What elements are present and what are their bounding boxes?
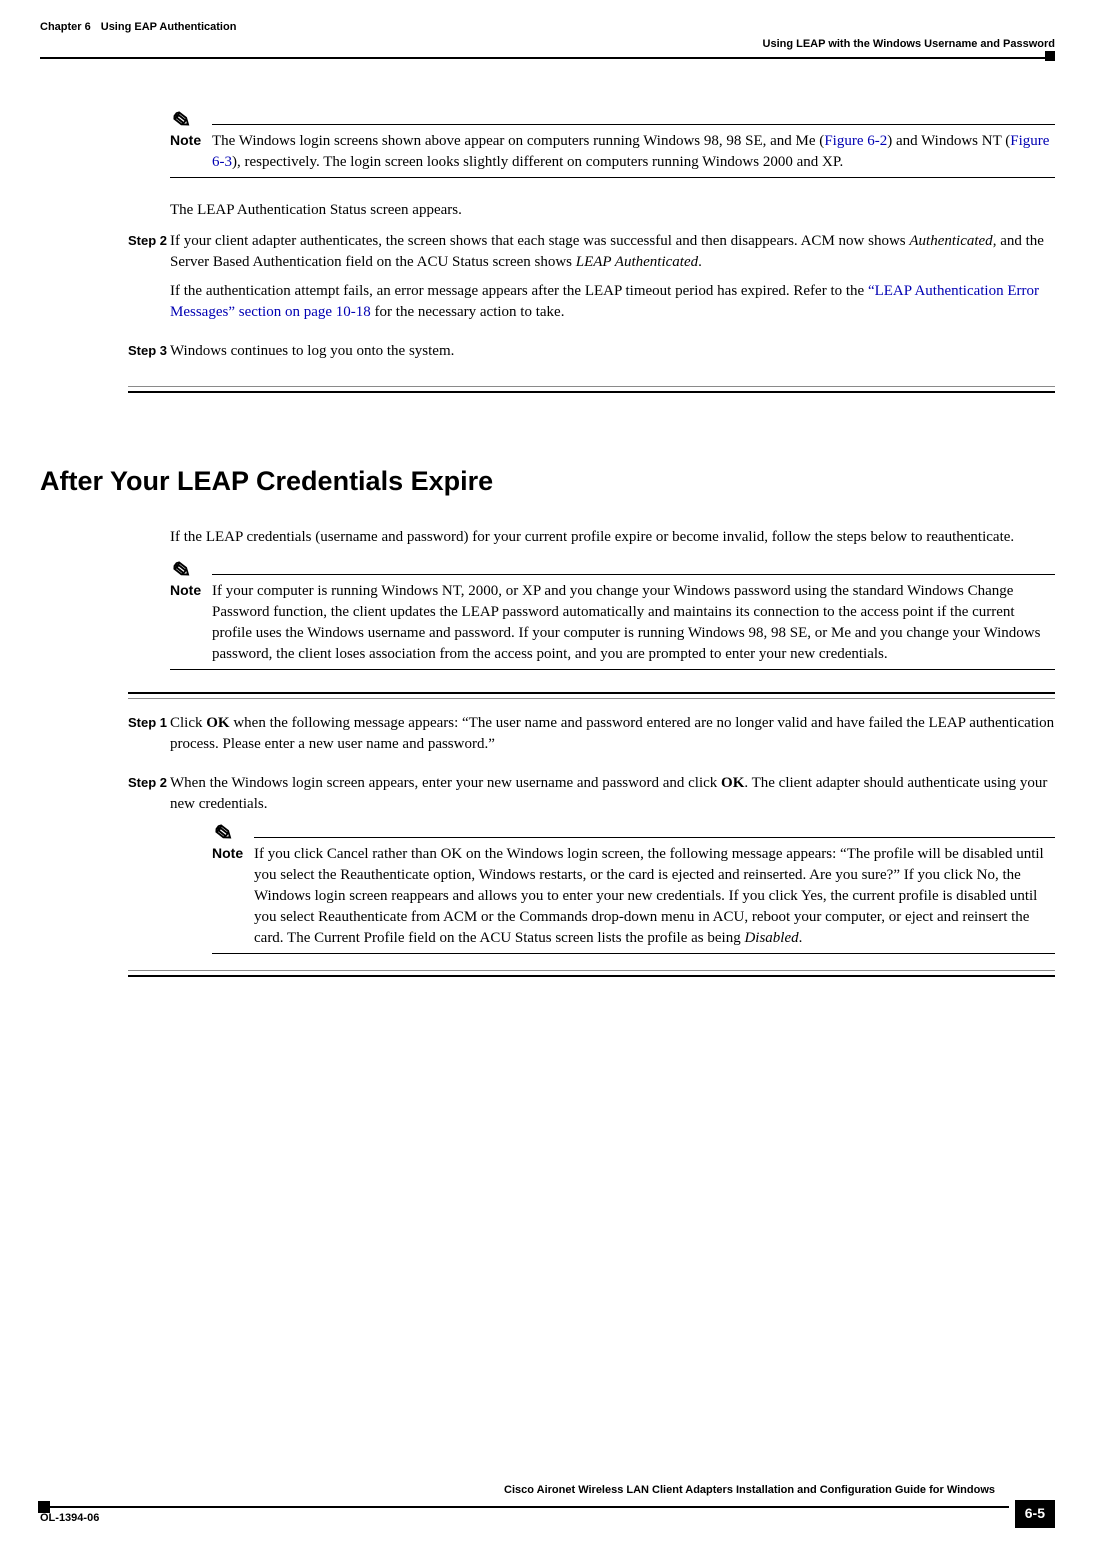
figure-link[interactable]: Figure 6-2 bbox=[824, 133, 887, 149]
note-block: ✎ Note The Windows login screens shown a… bbox=[170, 124, 1055, 178]
page-header: Chapter 6 Using EAP Authentication Using… bbox=[40, 20, 1055, 53]
step-label: Step 2 bbox=[128, 231, 170, 331]
step-label: Step 2 bbox=[128, 773, 170, 954]
italic-text: Authenticated bbox=[909, 233, 992, 249]
note-text-segment: The Windows login screens shown above ap… bbox=[212, 133, 824, 149]
step-block: Step 2 If your client adapter authentica… bbox=[128, 231, 1055, 331]
steps-start-rule bbox=[128, 692, 1055, 699]
text-segment: for the necessary action to take. bbox=[371, 304, 565, 320]
body-paragraph: The LEAP Authentication Status screen ap… bbox=[170, 200, 1055, 221]
page-footer: Cisco Aironet Wireless LAN Client Adapte… bbox=[40, 1483, 1055, 1528]
step-paragraph: If your client adapter authenticates, th… bbox=[170, 231, 1055, 273]
step-paragraph: When the Windows login screen appears, e… bbox=[170, 773, 1055, 815]
italic-text: Disabled bbox=[744, 930, 798, 946]
step-label: Step 1 bbox=[128, 713, 170, 763]
note-text: The Windows login screens shown above ap… bbox=[212, 131, 1055, 173]
bold-text: OK bbox=[206, 715, 229, 731]
header-rule bbox=[40, 57, 1055, 59]
footer-doc-id: OL-1394-06 bbox=[40, 1508, 1009, 1526]
text-segment: When the Windows login screen appears, e… bbox=[170, 775, 721, 791]
step-paragraph: Click OK when the following message appe… bbox=[170, 713, 1055, 755]
text-segment: when the following message appears: “The… bbox=[170, 715, 1054, 752]
step-block: Step 2 When the Windows login screen app… bbox=[128, 773, 1055, 954]
note-text: If your computer is running Windows NT, … bbox=[212, 581, 1055, 665]
steps-end-rule bbox=[128, 970, 1055, 977]
note-text-segment: ) and Windows NT ( bbox=[887, 133, 1010, 149]
note-label: Note bbox=[170, 581, 212, 665]
section-heading: After Your LEAP Credentials Expire bbox=[40, 463, 1055, 501]
bold-text: OK bbox=[721, 775, 744, 791]
steps-end-rule bbox=[128, 386, 1055, 393]
step-paragraph: If the authentication attempt fails, an … bbox=[170, 281, 1055, 323]
body-paragraph: If the LEAP credentials (username and pa… bbox=[170, 527, 1055, 548]
note-block: ✎ Note If your computer is running Windo… bbox=[170, 574, 1055, 670]
footer-guide-title: Cisco Aironet Wireless LAN Client Adapte… bbox=[40, 1483, 1055, 1498]
step-block: Step 1 Click OK when the following messa… bbox=[128, 713, 1055, 763]
step-label: Step 3 bbox=[128, 341, 170, 370]
text-segment: Click bbox=[170, 715, 206, 731]
text-segment: . bbox=[799, 930, 803, 946]
chapter-number: Chapter 6 bbox=[40, 20, 91, 35]
step-block: Step 3 Windows continues to log you onto… bbox=[128, 341, 1055, 370]
text-segment: If your client adapter authenticates, th… bbox=[170, 233, 909, 249]
chapter-title: Using EAP Authentication bbox=[101, 20, 237, 35]
page-number: 6-5 bbox=[1015, 1500, 1055, 1528]
text-segment: If you click Cancel rather than OK on th… bbox=[254, 846, 1044, 946]
section-title: Using LEAP with the Windows Username and… bbox=[763, 38, 1055, 50]
text-segment: . bbox=[698, 254, 702, 270]
note-label: Note bbox=[212, 844, 254, 949]
note-text-segment: ), respectively. The login screen looks … bbox=[232, 154, 843, 170]
text-segment: If the authentication attempt fails, an … bbox=[170, 283, 868, 299]
step-paragraph: Windows continues to log you onto the sy… bbox=[170, 341, 1055, 362]
note-block: ✎ Note If you click Cancel rather than O… bbox=[212, 837, 1055, 954]
italic-text: LEAP Authenticated bbox=[576, 254, 698, 270]
note-text: If you click Cancel rather than OK on th… bbox=[254, 844, 1055, 949]
